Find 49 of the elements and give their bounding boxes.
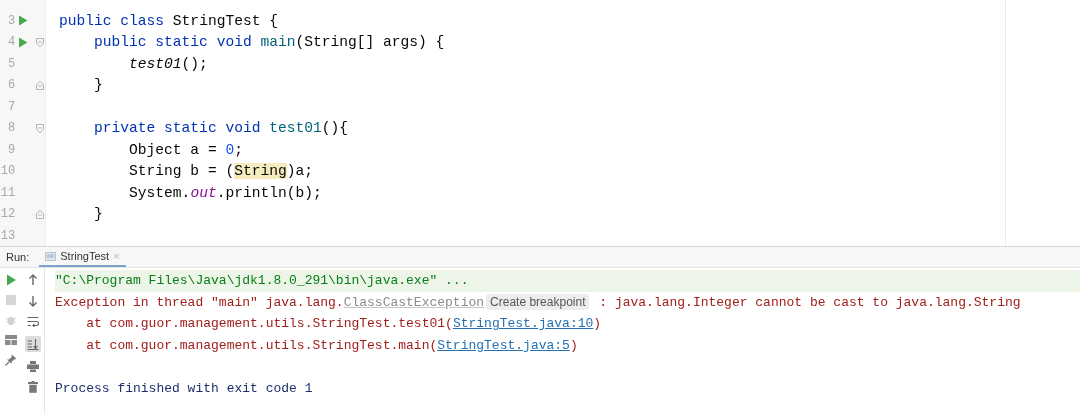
code-line: } — [93, 206, 103, 223]
print-icon[interactable] — [27, 361, 39, 372]
layout-icon[interactable] — [5, 335, 17, 345]
console-line: Exception in thread "main" java.lang.ClassCastException Create breakpoint : java.lang.Integer cannot be cast to java.lang.String — [55, 294, 1021, 310]
tab-label: StringTest — [60, 250, 110, 262]
code-line: public class StringTest { — [59, 12, 278, 29]
trash-icon[interactable] — [28, 381, 38, 393]
line-number: 7 — [7, 99, 16, 114]
source-link[interactable]: StringTest.java:10 — [452, 316, 594, 332]
line-number: 13 — [0, 228, 16, 243]
line-number: 6 — [7, 78, 16, 93]
line-number: 11 — [0, 185, 16, 200]
down-arrow-icon[interactable] — [28, 295, 38, 307]
console-line: Process finished with exit code 1 — [55, 380, 313, 396]
console-icon — [45, 250, 57, 262]
scroll-to-end-toggle[interactable] — [25, 336, 41, 352]
fold-icon[interactable] — [34, 122, 45, 134]
up-arrow-icon[interactable] — [28, 274, 38, 286]
code-line: Object a = 0; — [128, 141, 243, 158]
line-number: 5 — [7, 56, 16, 71]
debug-icon[interactable] — [5, 314, 17, 326]
console-line: at com.guor.management.utils.StringTest.main(StringTest.java:5) — [85, 337, 578, 353]
fold-icon[interactable] — [34, 208, 45, 220]
console-line: "C:\Program Files\Java\jdk1.8.0_291\bin\java.exe" ... — [55, 273, 469, 289]
class-link[interactable]: ClassCastException — [343, 294, 485, 310]
line-number: 3 — [7, 13, 16, 28]
line-number: 9 — [7, 142, 16, 157]
code-line: String b = (String)a; — [128, 163, 313, 180]
line-number: 12 — [0, 207, 16, 222]
line-number: 10 — [0, 164, 16, 179]
fold-icon[interactable] — [34, 79, 45, 91]
code-line: test01(); — [128, 55, 208, 72]
code-line: public static void main(String[] args) { — [93, 34, 445, 51]
line-number: 8 — [7, 121, 16, 136]
fold-icon[interactable] — [34, 36, 45, 48]
run-tab[interactable]: StringTest × — [39, 247, 126, 267]
run-icon[interactable] — [17, 15, 28, 27]
source-link[interactable]: StringTest.java:5 — [437, 337, 570, 353]
code-line: System.out.println(b); — [128, 184, 322, 201]
code-line: } — [93, 77, 103, 94]
soft-wrap-icon[interactable] — [27, 316, 39, 327]
line-number: 4 — [7, 35, 16, 50]
rerun-icon[interactable] — [5, 274, 17, 286]
pin-icon[interactable] — [5, 354, 17, 366]
create-breakpoint-hint[interactable]: Create breakpoint — [486, 293, 590, 310]
console-line: at com.guor.management.utils.StringTest.test01(StringTest.java:10) — [85, 316, 602, 332]
panel-label: Run: — [5, 251, 31, 263]
run-icon[interactable] — [17, 36, 28, 48]
code-line: private static void test01(){ — [93, 120, 348, 137]
